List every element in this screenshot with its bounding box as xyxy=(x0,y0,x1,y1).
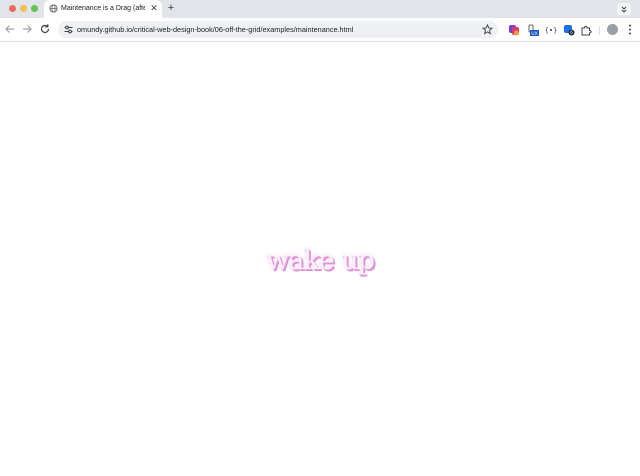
tab-strip: Maintenance is a Drag (after ✕ + xyxy=(0,0,640,18)
toolbar-separator xyxy=(599,26,600,35)
tab-search-chevron-icon[interactable] xyxy=(617,3,631,15)
tune-icon[interactable] xyxy=(63,24,74,35)
bitwarden-extension-icon[interactable]: 6 xyxy=(563,24,575,36)
arrow-right-icon[interactable] xyxy=(21,23,33,35)
svg-text:UX: UX xyxy=(531,31,537,36)
minimize-window-button[interactable] xyxy=(20,5,27,12)
browser-toolbar: omundy.github.io/critical-web-design-boo… xyxy=(0,18,640,42)
globe-icon xyxy=(49,4,58,13)
close-window-button[interactable] xyxy=(9,5,16,12)
page-viewport: wake up xyxy=(0,42,640,476)
close-tab-icon[interactable]: ✕ xyxy=(149,3,159,14)
arrow-left-icon[interactable] xyxy=(4,23,16,35)
reload-icon[interactable] xyxy=(39,23,51,35)
svg-text:{•}: {•} xyxy=(545,27,557,35)
address-bar[interactable]: omundy.github.io/critical-web-design-boo… xyxy=(58,21,498,38)
url-text[interactable]: omundy.github.io/critical-web-design-boo… xyxy=(77,24,353,35)
puzzle-icon[interactable] xyxy=(580,24,592,36)
code-bracket-extension-icon[interactable]: {•} xyxy=(545,24,557,36)
star-icon[interactable] xyxy=(482,24,493,35)
tab-maintenance[interactable]: Maintenance is a Drag (after ✕ xyxy=(44,0,162,18)
svg-text:6: 6 xyxy=(570,30,573,35)
browser-window: Maintenance is a Drag (after ✕ + omundy.… xyxy=(0,0,640,476)
tab-title: Maintenance is a Drag (after xyxy=(61,5,145,12)
color-picker-extension-icon[interactable] xyxy=(508,24,520,36)
zoom-window-button[interactable] xyxy=(31,5,38,12)
wappalyzer-extension-icon[interactable]: UX xyxy=(527,24,539,36)
new-tab-button[interactable]: + xyxy=(165,2,177,15)
wake-up-headline: wake up xyxy=(266,245,375,276)
kebab-menu-icon[interactable] xyxy=(625,23,635,36)
profile-avatar[interactable] xyxy=(607,24,618,35)
